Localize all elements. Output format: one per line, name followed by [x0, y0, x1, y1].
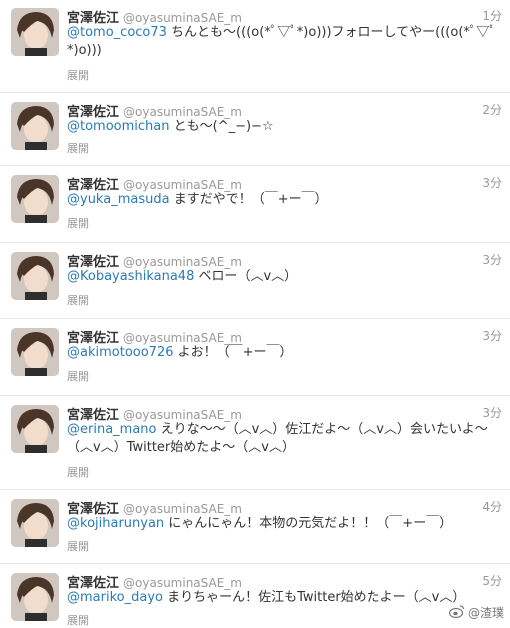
tweet: 宮澤佐江 @oyasuminaSAE_m 1分 @tomo_coco73 ちんとも… — [0, 0, 510, 93]
tweet: 宮澤佐江 @oyasuminaSAE_m 2分 @tomoomichan とも～(… — [0, 94, 510, 166]
author-handle[interactable]: @oyasuminaSAE_m — [123, 408, 242, 422]
tweet-text: @yuka_masuda ますだやで！（￣+ー￣） — [67, 191, 497, 209]
tweet-body: まりちゃーん！佐江もTwitter始めたよー（︿v︿） — [162, 590, 466, 605]
author-handle[interactable]: @oyasuminaSAE_m — [123, 178, 242, 192]
tweet-time[interactable]: 3分 — [482, 251, 502, 268]
author-handle[interactable]: @oyasuminaSAE_m — [123, 105, 242, 119]
avatar[interactable] — [11, 573, 59, 621]
expand-link[interactable]: 展開 — [67, 140, 89, 156]
tweet-body: ベロー（︿v︿） — [194, 269, 298, 284]
mention-link[interactable]: @Kobayashikana48 — [67, 269, 194, 284]
mention-link[interactable]: @akimotooo726 — [67, 345, 174, 360]
tweet-time[interactable]: 5分 — [482, 572, 502, 589]
tweet-text: @akimotooo726 よお！（￣+ー￣） — [67, 344, 497, 362]
tweet-time[interactable]: 3分 — [482, 174, 502, 191]
tweet: 宮澤佐江 @oyasuminaSAE_m 3分 @akimotooo726 よお！… — [0, 320, 510, 396]
tweet-time[interactable]: 3分 — [482, 327, 502, 344]
tweet-text: @erina_mano えりな～～（︿v︿）佐江だよ～（︿v︿）会いたいよ～（︿… — [67, 421, 497, 457]
tweet-body: とも～(^_−)−☆ — [169, 119, 274, 134]
expand-link[interactable]: 展開 — [67, 612, 89, 628]
tweet: 宮澤佐江 @oyasuminaSAE_m 4分 @kojiharunyan にゃん… — [0, 491, 510, 564]
author-handle[interactable]: @oyasuminaSAE_m — [123, 331, 242, 345]
author-handle[interactable]: @oyasuminaSAE_m — [123, 255, 242, 269]
tweet-text: @tomoomichan とも～(^_−)−☆ — [67, 118, 497, 136]
mention-link[interactable]: @tomo_coco73 — [67, 25, 167, 40]
expand-link[interactable]: 展開 — [67, 215, 89, 231]
tweet-time[interactable]: 3分 — [482, 404, 502, 421]
tweet-text: @Kobayashikana48 ベロー（︿v︿） — [67, 268, 497, 286]
avatar[interactable] — [11, 499, 59, 547]
mention-link[interactable]: @tomoomichan — [67, 119, 170, 134]
tweet-body: にゃんにゃん！本物の元気だよ！！（￣+ー￣） — [164, 516, 453, 531]
weibo-logo-icon — [448, 604, 465, 621]
author-handle[interactable]: @oyasuminaSAE_m — [123, 576, 242, 590]
avatar[interactable] — [11, 175, 59, 223]
tweet-body: ますだやで！（￣+ー￣） — [169, 192, 328, 207]
expand-link[interactable]: 展開 — [67, 538, 89, 554]
tweet-body: よお！（￣+ー￣） — [173, 345, 293, 360]
mention-link[interactable]: @erina_mano — [67, 422, 156, 437]
tweet-time[interactable]: 2分 — [482, 101, 502, 118]
tweet-time[interactable]: 1分 — [482, 7, 502, 24]
avatar[interactable] — [11, 252, 59, 300]
tweet-text: @kojiharunyan にゃんにゃん！本物の元気だよ！！（￣+ー￣） — [67, 515, 497, 533]
avatar[interactable] — [11, 8, 59, 56]
tweet: 宮澤佐江 @oyasuminaSAE_m 3分 @erina_mano えりな～～… — [0, 397, 510, 490]
tweet-text: @mariko_dayo まりちゃーん！佐江もTwitter始めたよー（︿v︿） — [67, 589, 497, 607]
expand-link[interactable]: 展開 — [67, 368, 89, 384]
tweet-time[interactable]: 4分 — [482, 498, 502, 515]
tweet-text: @tomo_coco73 ちんとも～(((o(*ﾟ▽ﾟ*)o)))フォローしてや… — [67, 24, 497, 60]
tweet: 宮澤佐江 @oyasuminaSAE_m 3分 @Kobayashikana48 … — [0, 244, 510, 319]
tweet: 宮澤佐江 @oyasuminaSAE_m 5分 @mariko_dayo まりちゃ… — [0, 565, 510, 627]
tweet: 宮澤佐江 @oyasuminaSAE_m 3分 @yuka_masuda ますだや… — [0, 167, 510, 243]
expand-link[interactable]: 展開 — [67, 464, 89, 480]
watermark-text: @渣璞 — [467, 606, 504, 620]
mention-link[interactable]: @yuka_masuda — [67, 192, 170, 207]
author-handle[interactable]: @oyasuminaSAE_m — [123, 11, 242, 25]
expand-link[interactable]: 展開 — [67, 67, 89, 83]
author-handle[interactable]: @oyasuminaSAE_m — [123, 502, 242, 516]
mention-link[interactable]: @kojiharunyan — [67, 516, 164, 531]
avatar[interactable] — [11, 328, 59, 376]
expand-link[interactable]: 展開 — [67, 292, 89, 308]
avatar[interactable] — [11, 102, 59, 150]
avatar[interactable] — [11, 405, 59, 453]
mention-link[interactable]: @mariko_dayo — [67, 590, 163, 605]
watermark: @渣璞 — [448, 604, 504, 621]
